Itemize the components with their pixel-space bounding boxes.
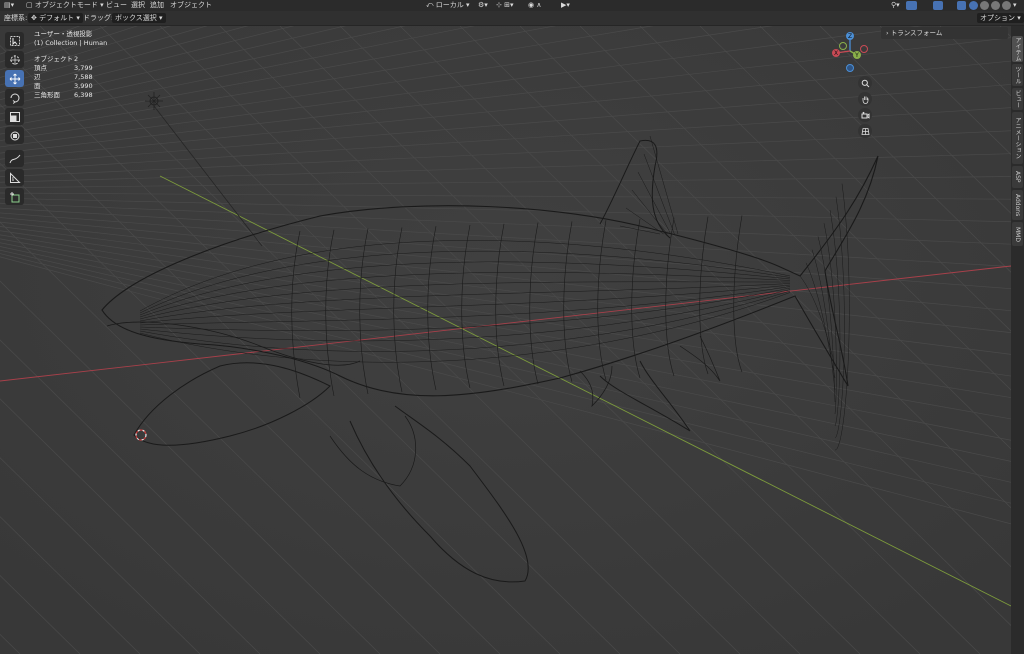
tab-animation[interactable]: アニメーション [1012,112,1023,164]
tab-asp[interactable]: ASP [1012,166,1023,188]
viewport-info-overlay: ユーザー・透視投影 (1) Collection | Human オブジェクト 2… [34,30,107,100]
transform-orientation-dropdown[interactable]: ⤺ ローカル ▾ [426,0,469,11]
camera-icon [861,111,869,119]
top-header: ▤▾ ▢ オブジェクトモード ▾ ビュー 選択 追加 オブジェクト ⤺ ローカル… [0,0,1024,11]
stat-value: 7,588 [74,73,93,81]
options-label: オプション [980,14,1015,22]
menu-add[interactable]: 追加 [150,0,164,11]
stat-row: 面 3,990 [34,82,107,91]
rendered-shading-icon[interactable] [1002,1,1011,10]
move-tool[interactable] [5,70,24,87]
object-mode-dropdown[interactable]: ▢ オブジェクトモード ▾ [26,0,104,11]
editor-type-icon[interactable]: ▤▾ [4,0,14,11]
menu-view[interactable]: ビュー [106,0,127,11]
transform-panel-header[interactable]: › トランスフォーム [881,27,1008,39]
shading-options-icon[interactable]: ▾ [1013,0,1017,11]
object-mode-label: オブジェクトモード [34,1,98,9]
rotate-icon [10,93,19,104]
sidebar-tabs: アイテム ツール ビュー アニメーション ASP Addons MMD [1011,26,1024,654]
gizmo-x-label: X [834,50,838,57]
collection-name: (1) Collection | Human [34,39,108,47]
zoom-button[interactable] [858,76,872,90]
view-name: ユーザー・透視投影 [34,30,93,38]
zoom-icon [861,79,869,87]
proportional-edit-icon[interactable]: ◉ ∧ [528,0,541,11]
material-shading-icon[interactable] [991,1,1000,10]
move-icon [9,73,20,84]
menu-object[interactable]: オブジェクト [170,0,212,11]
hand-pan-icon [862,96,868,104]
gizmo-neg-z[interactable] [846,64,854,72]
stat-value: 3,990 [74,82,93,90]
visibility-icon[interactable]: ⚲▾ [891,0,900,11]
gizmo-neg-y[interactable] [839,42,847,50]
solid-shading-icon[interactable] [980,1,989,10]
coord-label: 座標系: [4,14,28,22]
measure-tool[interactable] [5,169,24,186]
drag-value: ボックス選択 [115,14,157,22]
measure-icon [9,171,21,183]
cursor-icon [9,54,20,65]
menu-select[interactable]: 選択 [131,0,145,11]
tab-item[interactable]: アイテム [1012,36,1023,62]
transform-tool[interactable] [5,127,24,144]
annotate-tool[interactable] [5,150,24,167]
chevron-right-icon: › [886,29,889,37]
xray-toggle-icon[interactable] [957,1,966,10]
snap-icon[interactable]: ⊹ ⊞▾ [496,0,513,11]
tab-tool[interactable]: ツール [1012,64,1023,86]
coord-dropdown[interactable]: ✥ デフォルト ▾ [28,13,83,23]
gizmo-z-label: Z [848,33,852,40]
stat-value: 2 [74,55,79,63]
gizmo-y-label: Y [854,52,859,59]
scale-icon [9,111,20,122]
drag-dropdown[interactable]: ボックス選択 ▾ [112,13,166,23]
stat-label: 面 [34,82,41,90]
stat-row: 辺 7,588 [34,73,107,82]
rotate-tool[interactable] [5,89,24,106]
stat-label: オブジェクト [34,55,73,63]
stat-row: 頂点 3,799 [34,64,107,73]
select-box-tool[interactable] [5,32,24,49]
tab-mmd[interactable]: MMD [1012,222,1023,246]
add-cube-tool[interactable] [5,188,24,205]
stat-label: 三角形面 [34,91,60,99]
transform-panel-label: トランスフォーム [890,29,943,37]
add-cube-icon [9,191,19,202]
transform-icon [10,131,19,140]
tab-addons[interactable]: Addons [1012,190,1023,220]
gizmo-toggle-icon[interactable] [906,1,917,10]
gizmo-neg-x[interactable] [860,45,868,53]
stat-value: 6,398 [74,91,93,99]
cursor-tool[interactable] [5,51,24,68]
play-icon[interactable]: ▶▾ [561,0,570,11]
coord-value: デフォルト [39,14,75,22]
stat-label: 辺 [34,73,41,81]
tool-header: 座標系: ✥ デフォルト ▾ ドラッグ: ボックス選択 ▾ オプション ▾ [0,11,1024,26]
stat-label: 頂点 [34,64,47,72]
wireframe-shading-icon[interactable] [969,1,978,10]
camera-view-button[interactable] [858,108,872,122]
overlay-toggle-icon[interactable] [933,1,943,10]
navigation-gizmo[interactable]: Z Y X [826,30,876,76]
pivot-point-icon[interactable]: ⚙▾ [478,0,488,11]
pan-button[interactable] [858,92,872,106]
select-arrow-icon [9,35,20,46]
transform-orientation-label: ローカル [435,1,464,9]
drag-label: ドラッグ: [83,14,114,22]
stat-row: 三角形面 6,398 [34,91,107,100]
tab-view[interactable]: ビュー [1012,88,1023,110]
scale-tool[interactable] [5,108,24,125]
projection-toggle-button[interactable] [858,124,872,138]
options-dropdown[interactable]: オプション ▾ [977,13,1024,23]
annotate-icon [9,154,20,163]
stat-row: オブジェクト 2 [34,55,107,64]
stat-value: 3,799 [74,64,93,72]
grid-view-icon [861,127,869,135]
